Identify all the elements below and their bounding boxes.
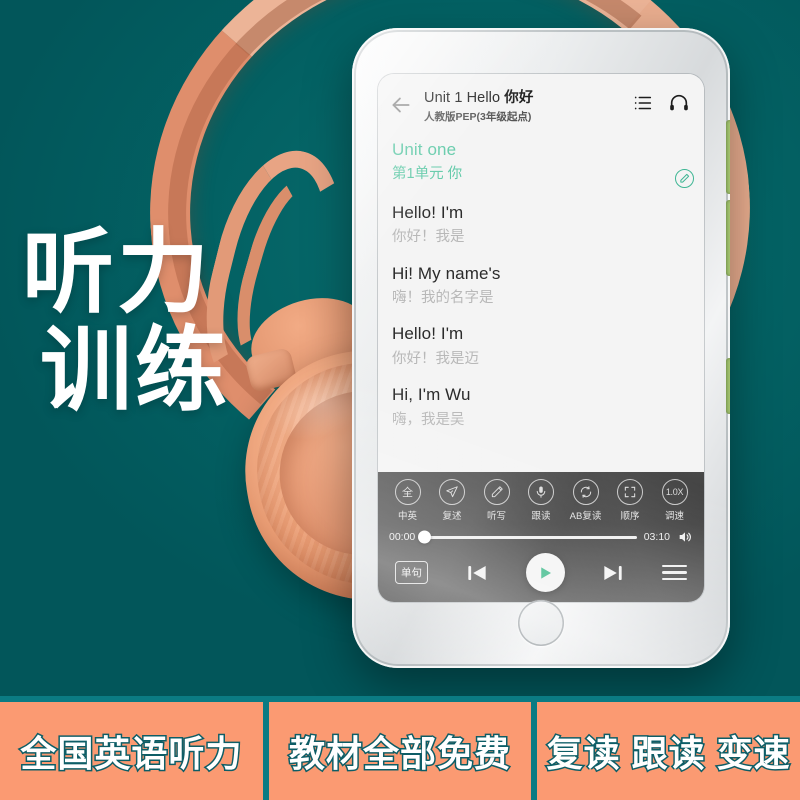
page-subtitle: 人教版PEP(3年级起点) bbox=[424, 111, 532, 123]
hamburger-menu-icon[interactable] bbox=[662, 564, 687, 581]
sequence-frame-icon bbox=[617, 479, 643, 505]
lyric-chinese: 你好！我是迈 bbox=[392, 350, 479, 367]
lyric-chinese: 嗨，我是吴 bbox=[392, 411, 465, 428]
player-control-panel: 全 中英 复述 听写 跟读 AB复读 顺序 1.0X 调速 00:00 03:1… bbox=[378, 472, 704, 602]
previous-track-icon[interactable] bbox=[464, 560, 490, 586]
volume-down-button[interactable] bbox=[726, 200, 730, 276]
play-icon bbox=[541, 566, 551, 579]
quan-circle-icon: 全 bbox=[394, 479, 421, 505]
lyric-english: Hi! My name's bbox=[392, 263, 501, 283]
progress-slider[interactable] bbox=[418, 530, 637, 544]
tool-button-tingxie[interactable]: 听写 bbox=[476, 479, 517, 522]
tool-button-fushu[interactable]: 复述 bbox=[432, 479, 473, 522]
lyric-chinese: 第1单元 你 bbox=[392, 166, 463, 183]
lyric-row[interactable]: Hello! I'm 你好！我是 bbox=[392, 202, 690, 248]
pencil-icon bbox=[483, 479, 510, 505]
tool-label: 顺序 bbox=[620, 511, 640, 522]
phone-screen: Unit 1 Hello 你好 人教版PEP(3年级起点) Unit one 第… bbox=[378, 74, 704, 602]
edit-pencil-icon[interactable] bbox=[675, 169, 694, 188]
banner-cell: 教材全部免费 bbox=[268, 702, 532, 800]
back-arrow-icon[interactable] bbox=[388, 92, 414, 118]
tool-label: 调速 bbox=[664, 511, 684, 522]
lyric-row[interactable]: Unit one 第1单元 你 bbox=[392, 139, 694, 188]
header-icon-group bbox=[632, 92, 692, 119]
tool-button-gendu[interactable]: 跟读 bbox=[521, 479, 562, 522]
volume-up-button[interactable] bbox=[726, 120, 730, 194]
menu-line bbox=[662, 564, 687, 568]
tool-button-shunxu[interactable]: 顺序 bbox=[610, 479, 651, 522]
lyric-row[interactable]: Hello! I'm 你好！我是迈 bbox=[392, 323, 690, 369]
loop-mode-button[interactable]: 单句 bbox=[395, 561, 428, 584]
lyric-english: Unit one bbox=[392, 140, 457, 159]
lyric-english: Hello! I'm bbox=[392, 202, 464, 222]
current-time: 00:00 bbox=[389, 531, 416, 543]
tool-label: 听写 bbox=[486, 511, 506, 522]
tool-button-tiaosu[interactable]: 1.0X 调速 bbox=[654, 479, 695, 522]
tool-button-ab-repeat[interactable]: AB复读 bbox=[565, 479, 606, 522]
headline-line-2: 训练 bbox=[40, 320, 231, 423]
menu-line bbox=[662, 577, 687, 581]
ab-repeat-icon bbox=[572, 479, 599, 505]
page-title-en: Unit 1 Hello bbox=[424, 90, 505, 106]
progress-knob[interactable] bbox=[418, 530, 432, 544]
tool-label: 中英 bbox=[397, 511, 417, 522]
next-track-icon[interactable] bbox=[600, 560, 626, 586]
headphone-icon[interactable] bbox=[668, 92, 690, 119]
lyrics-list[interactable]: Unit one 第1单元 你 Hello! I'm 你好！我是 Hi! My … bbox=[378, 133, 704, 472]
lyric-chinese: 你好！我是 bbox=[392, 229, 465, 246]
header-titles: Unit 1 Hello 你好 人教版PEP(3年级起点) bbox=[424, 86, 622, 124]
home-button[interactable] bbox=[518, 600, 564, 646]
list-icon[interactable] bbox=[632, 92, 654, 119]
banner-text: 复读 跟读 变速 bbox=[545, 732, 791, 776]
tool-label: 复述 bbox=[442, 511, 462, 522]
page-title-cn: 你好 bbox=[504, 90, 534, 106]
total-time: 03:10 bbox=[643, 531, 670, 543]
banner-cell: 复读 跟读 变速 bbox=[537, 702, 800, 800]
airplane-icon bbox=[439, 479, 465, 505]
volume-icon[interactable] bbox=[677, 529, 693, 545]
app-header: Unit 1 Hello 你好 人教版PEP(3年级起点) bbox=[378, 74, 704, 133]
power-button[interactable] bbox=[726, 358, 730, 414]
tool-button-row: 全 中英 复述 听写 跟读 AB复读 顺序 1.0X 调速 bbox=[383, 479, 699, 527]
tool-label: 跟读 bbox=[531, 511, 551, 522]
bottom-banner: 全国英语听力 教材全部免费 复读 跟读 变速 bbox=[0, 696, 800, 800]
phone-device: Unit 1 Hello 你好 人教版PEP(3年级起点) Unit one 第… bbox=[352, 28, 730, 668]
menu-line bbox=[662, 571, 687, 574]
poster-stage: 听力 训练 Unit 1 Hello 你好 人教版PEP(3年级起点) Unit… bbox=[0, 0, 800, 800]
lyric-chinese: 嗨！我的名字是 bbox=[392, 289, 494, 306]
tool-button-zhongying[interactable]: 全 中英 bbox=[387, 479, 428, 522]
lyric-row[interactable]: Hi! My name's 嗨！我的名字是 bbox=[392, 263, 690, 309]
progress-row: 00:00 03:10 bbox=[383, 527, 699, 549]
page-title: Unit 1 Hello 你好 bbox=[424, 86, 622, 107]
speed-icon: 1.0X bbox=[661, 479, 688, 505]
transport-row: 单句 bbox=[383, 549, 699, 602]
tool-label: AB复读 bbox=[569, 511, 602, 522]
banner-cell: 全国英语听力 bbox=[0, 702, 263, 800]
microphone-icon bbox=[528, 479, 554, 505]
banner-text: 教材全部免费 bbox=[287, 732, 512, 776]
banner-text: 全国英语听力 bbox=[19, 732, 243, 776]
poster-headline: 听力 训练 bbox=[22, 222, 231, 423]
lyric-row[interactable]: Hi, I'm Wu 嗨，我是吴 bbox=[392, 384, 690, 430]
lyric-english: Hi, I'm Wu bbox=[392, 385, 471, 405]
headline-line-1: 听力 bbox=[22, 222, 213, 324]
play-button[interactable] bbox=[525, 553, 565, 592]
lyric-english: Hello! I'm bbox=[392, 324, 464, 344]
